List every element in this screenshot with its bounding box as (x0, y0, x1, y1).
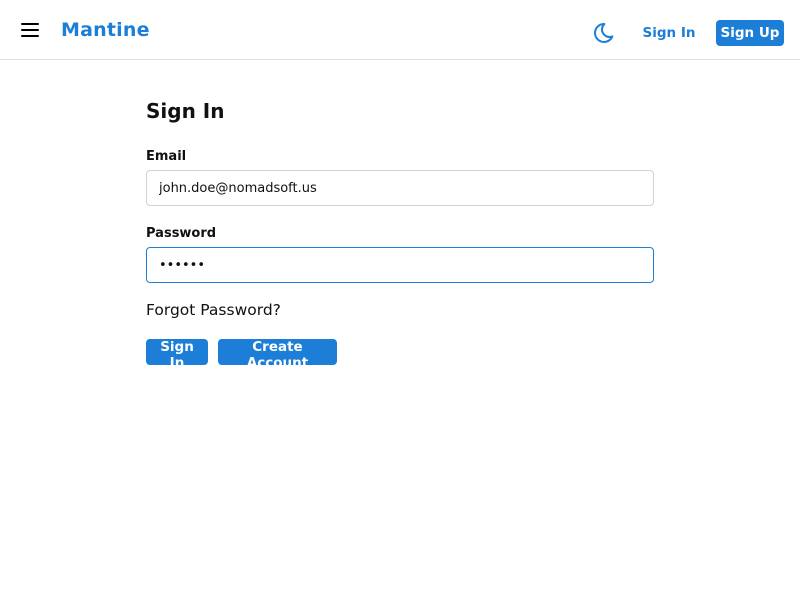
email-field[interactable] (146, 170, 654, 206)
create-account-button[interactable]: Create Account (218, 339, 337, 371)
app-header: Mantine Sign In Sign Up (0, 0, 800, 60)
moon-icon[interactable] (592, 21, 616, 45)
password-label: Password (146, 226, 217, 241)
header-sign-up-button[interactable]: Sign Up (716, 20, 784, 46)
header-sign-in-button[interactable]: Sign In (638, 20, 700, 46)
password-field[interactable] (146, 247, 654, 283)
sign-in-button[interactable]: Sign In (146, 339, 208, 371)
page-title: Sign In (146, 99, 225, 123)
brand-logo[interactable]: Mantine (61, 19, 150, 41)
forgot-password-link[interactable]: Forgot Password? (146, 301, 281, 319)
hamburger-menu-icon[interactable] (18, 22, 42, 38)
email-label: Email (146, 149, 187, 164)
